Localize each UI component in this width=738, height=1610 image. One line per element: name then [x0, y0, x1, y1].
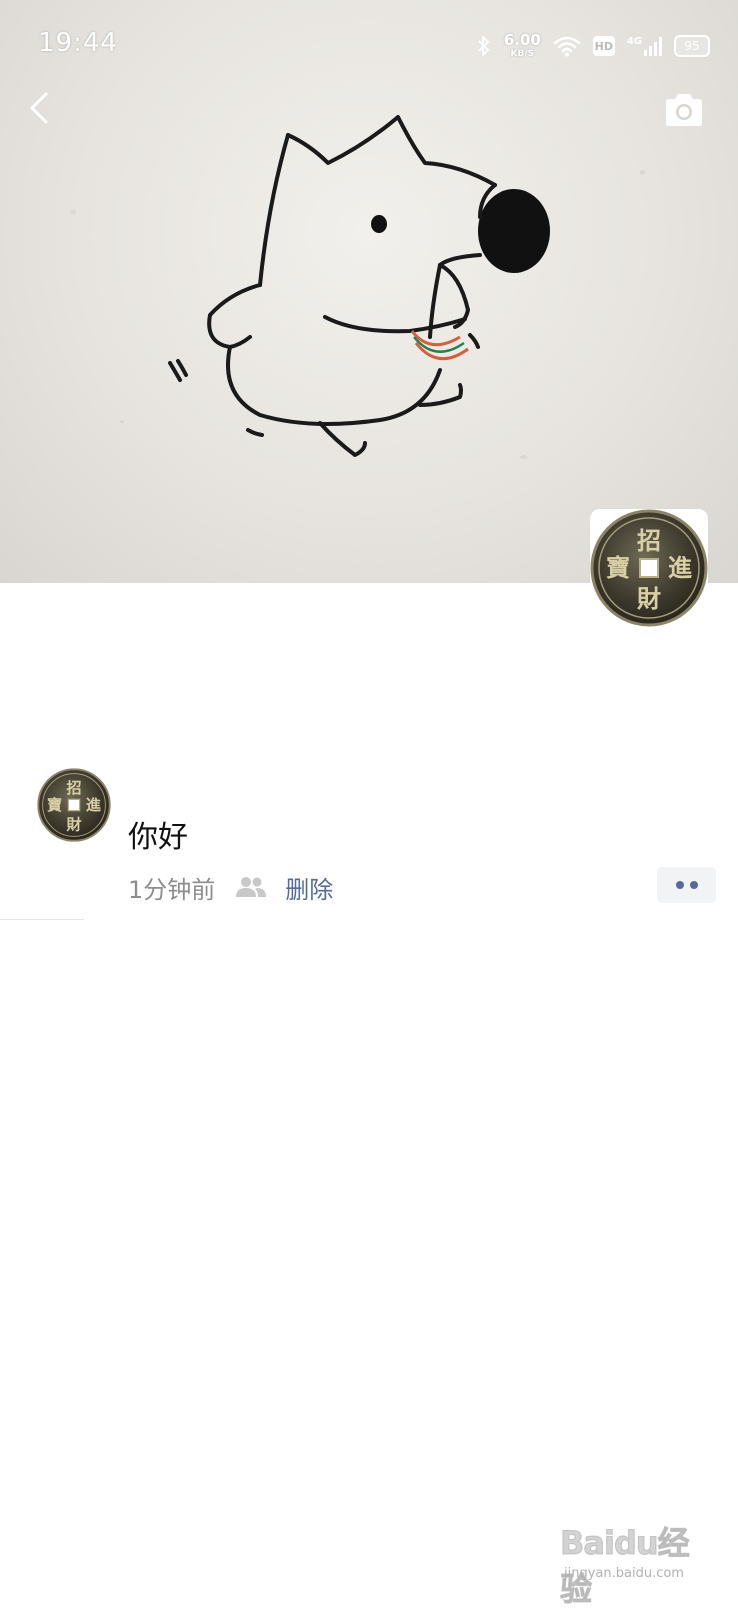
- camera-button[interactable]: [662, 92, 706, 128]
- network-type: 4G: [626, 36, 642, 47]
- more-dots-icon: [675, 881, 684, 889]
- coin-character: 寶: [47, 796, 62, 814]
- coin-character: 進: [668, 553, 692, 582]
- network-speed-unit: KB/S: [510, 49, 535, 59]
- signal-icon: 4G: [627, 36, 662, 56]
- status-icons: 6.00 KB/S HD 4G 95: [464, 30, 710, 62]
- status-bar: 19:44 6.00 KB/S HD 4G 95: [0, 0, 738, 90]
- cover-texture: [70, 210, 76, 214]
- post-divider: [0, 919, 84, 920]
- signal-bars-icon: [644, 37, 662, 56]
- network-speed-value: 6.00: [503, 31, 541, 49]
- chevron-left-icon: [30, 92, 48, 124]
- hd-icon: HD: [592, 36, 615, 56]
- watermark: Baidu经验 jingyan.baidu.com: [560, 1518, 710, 1609]
- post-avatar[interactable]: 招 進 財 寶: [37, 768, 111, 842]
- coin-character: 財: [65, 815, 81, 833]
- coin-character: 進: [86, 796, 102, 814]
- wifi-icon: [553, 36, 581, 57]
- profile-avatar[interactable]: 招 進 財 寶: [590, 509, 708, 627]
- coin-character: 招: [637, 526, 661, 555]
- bluetooth-icon: [478, 36, 489, 56]
- post-time: 1分钟前: [128, 875, 216, 904]
- watermark-url: jingyan.baidu.com: [564, 1566, 684, 1581]
- network-speed: 6.00 KB/S: [504, 33, 541, 59]
- more-button[interactable]: [657, 867, 716, 903]
- camera-icon: [666, 94, 702, 126]
- cover-texture: [120, 420, 124, 423]
- friends-visibility-icon[interactable]: [235, 876, 267, 898]
- status-time: 19:44: [38, 28, 118, 58]
- back-button[interactable]: [20, 88, 60, 128]
- more-dots-icon: [689, 881, 698, 889]
- post-text: 你好: [128, 820, 188, 855]
- delete-link[interactable]: 删除: [285, 870, 333, 905]
- post-meta: 1分钟前 删除: [128, 870, 333, 904]
- coin-character: 財: [637, 584, 661, 613]
- dog-illustration: [168, 115, 550, 457]
- watermark-brand: Baidu经验: [560, 1524, 691, 1609]
- coin-character: 招: [66, 779, 81, 797]
- coin-character: 寶: [606, 553, 630, 582]
- cover-texture: [640, 170, 645, 175]
- battery-icon: 95: [674, 35, 710, 57]
- ancient-coin-avatar: 招 進 財 寶: [37, 768, 111, 842]
- ancient-coin-avatar: 招 進 財 寶: [590, 509, 708, 627]
